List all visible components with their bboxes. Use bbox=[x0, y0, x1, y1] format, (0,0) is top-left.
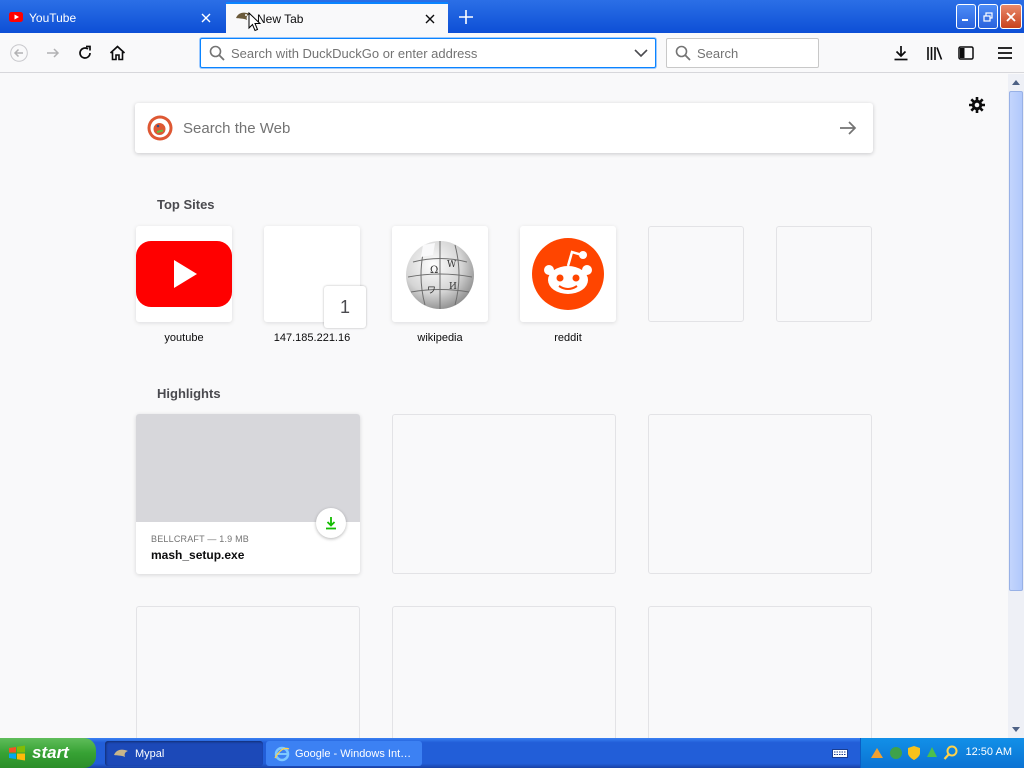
search-icon bbox=[675, 45, 691, 61]
taskbar-item-internet-explorer[interactable]: Google - Windows Int… bbox=[266, 741, 422, 766]
home-icon bbox=[109, 45, 125, 61]
youtube-logo-icon bbox=[136, 241, 232, 307]
task-label: Mypal bbox=[135, 747, 165, 760]
library-icon bbox=[926, 47, 942, 60]
scrollbar-thumb[interactable] bbox=[1009, 91, 1023, 591]
reload-button[interactable] bbox=[70, 38, 100, 68]
taskbar-item-mypal[interactable]: Mypal bbox=[105, 741, 263, 766]
forward-arrow-icon bbox=[47, 48, 60, 58]
top-site-reddit[interactable]: reddit bbox=[520, 226, 616, 344]
chevron-down-icon[interactable] bbox=[634, 48, 648, 58]
top-site-youtube[interactable]: youtube bbox=[136, 226, 232, 344]
minimize-button[interactable] bbox=[956, 4, 976, 29]
top-site-wikipedia[interactable]: Ω W И ワ wikipedia bbox=[392, 226, 488, 344]
arrow-right-icon[interactable] bbox=[839, 120, 857, 136]
restore-button[interactable] bbox=[978, 4, 998, 29]
web-search-input[interactable] bbox=[183, 119, 839, 137]
web-search-box[interactable] bbox=[135, 103, 873, 153]
svg-text:ワ: ワ bbox=[427, 286, 436, 296]
library-button[interactable] bbox=[919, 38, 949, 68]
sidebar-icon bbox=[958, 46, 974, 60]
highlight-card[interactable]: BELLCRAFT — 1.9 MB mash_setup.exe bbox=[136, 414, 360, 574]
windows-logo-icon bbox=[8, 745, 26, 761]
downloads-button[interactable] bbox=[886, 38, 916, 68]
clock: 12:50 AM bbox=[965, 746, 1012, 758]
url-bar[interactable] bbox=[200, 38, 656, 68]
site-label: 147.185.221.16 bbox=[273, 332, 351, 344]
update-icon[interactable] bbox=[924, 745, 940, 761]
tab-bar: YouTube New Tab bbox=[0, 0, 1024, 33]
highlight-placeholder bbox=[392, 414, 616, 574]
svg-text:W: W bbox=[447, 260, 457, 270]
site-tile[interactable]: 1 bbox=[264, 226, 366, 328]
close-window-button[interactable] bbox=[1000, 4, 1022, 29]
tab-title: YouTube bbox=[29, 10, 77, 25]
tab-title: New Tab bbox=[257, 11, 304, 26]
top-site-ip[interactable]: 1 147.185.221.16 bbox=[264, 226, 366, 344]
network-icon[interactable] bbox=[888, 745, 904, 761]
mouse-cursor-icon bbox=[248, 11, 262, 37]
wikipedia-globe-icon: Ω W И ワ bbox=[406, 241, 474, 309]
svg-text:Ω: Ω bbox=[430, 265, 438, 276]
highlight-preview bbox=[136, 414, 360, 522]
home-button[interactable] bbox=[102, 38, 132, 68]
highlight-filename: mash_setup.exe bbox=[151, 548, 245, 562]
menu-button[interactable] bbox=[990, 38, 1020, 68]
mypal-icon bbox=[113, 747, 129, 761]
top-site-empty[interactable] bbox=[648, 226, 744, 322]
hamburger-menu-icon bbox=[998, 47, 1012, 59]
site-label: wikipedia bbox=[417, 332, 463, 344]
site-badge: 1 bbox=[324, 286, 366, 328]
forward-button[interactable] bbox=[38, 38, 68, 68]
nav-toolbar bbox=[0, 33, 1024, 73]
new-tab-page: Top Sites youtube 1 147.185.221.16 bbox=[0, 74, 1008, 766]
search-icon[interactable] bbox=[943, 745, 959, 761]
highlights-title: Highlights bbox=[157, 386, 221, 401]
back-arrow-icon bbox=[10, 44, 28, 62]
highlight-meta: BELLCRAFT — 1.9 MB bbox=[151, 534, 249, 544]
start-button[interactable]: start bbox=[0, 738, 96, 768]
site-tile-empty[interactable] bbox=[648, 226, 744, 322]
url-input[interactable] bbox=[231, 45, 634, 61]
site-tile[interactable] bbox=[520, 226, 616, 322]
internet-explorer-icon bbox=[274, 746, 290, 762]
duckduckgo-icon bbox=[147, 115, 173, 141]
keyboard-icon[interactable] bbox=[832, 746, 848, 764]
close-tab-icon[interactable] bbox=[194, 6, 218, 30]
new-tab-button[interactable] bbox=[452, 4, 480, 30]
security-shield-icon[interactable] bbox=[907, 745, 921, 761]
sidebar-button[interactable] bbox=[951, 38, 981, 68]
site-tile[interactable]: Ω W И ワ bbox=[392, 226, 488, 322]
reddit-logo-icon bbox=[532, 238, 604, 310]
site-tile-empty[interactable] bbox=[776, 226, 872, 322]
vertical-scrollbar[interactable] bbox=[1008, 74, 1024, 738]
search-icon bbox=[209, 45, 225, 61]
reload-icon bbox=[79, 45, 91, 59]
top-site-empty[interactable] bbox=[776, 226, 872, 322]
site-label: reddit bbox=[554, 332, 582, 344]
scroll-up-arrow-icon[interactable] bbox=[1008, 74, 1024, 91]
taskbar: start Mypal Google - Windows Int… 12:50 … bbox=[0, 738, 1024, 768]
site-label: youtube bbox=[164, 332, 204, 344]
search-input[interactable] bbox=[697, 45, 873, 61]
back-button[interactable] bbox=[4, 38, 34, 68]
youtube-icon bbox=[9, 11, 23, 25]
download-icon bbox=[894, 46, 908, 61]
search-bar[interactable] bbox=[666, 38, 873, 68]
top-sites-title: Top Sites bbox=[157, 197, 215, 212]
site-tile[interactable] bbox=[136, 226, 232, 322]
gear-icon[interactable] bbox=[966, 94, 988, 116]
svg-text:И: И bbox=[449, 282, 457, 292]
download-icon bbox=[316, 508, 346, 538]
scroll-down-arrow-icon[interactable] bbox=[1008, 721, 1024, 738]
start-label: start bbox=[32, 743, 69, 762]
tab-youtube[interactable]: YouTube bbox=[0, 2, 224, 33]
firewall-icon[interactable] bbox=[869, 745, 885, 761]
close-tab-icon[interactable] bbox=[418, 7, 442, 31]
system-tray: 12:50 AM bbox=[860, 738, 1024, 768]
highlight-placeholder bbox=[648, 414, 872, 574]
task-label: Google - Windows Int… bbox=[295, 747, 412, 760]
screen: YouTube New Tab Search with DuckDuckGo o… bbox=[0, 0, 1024, 768]
